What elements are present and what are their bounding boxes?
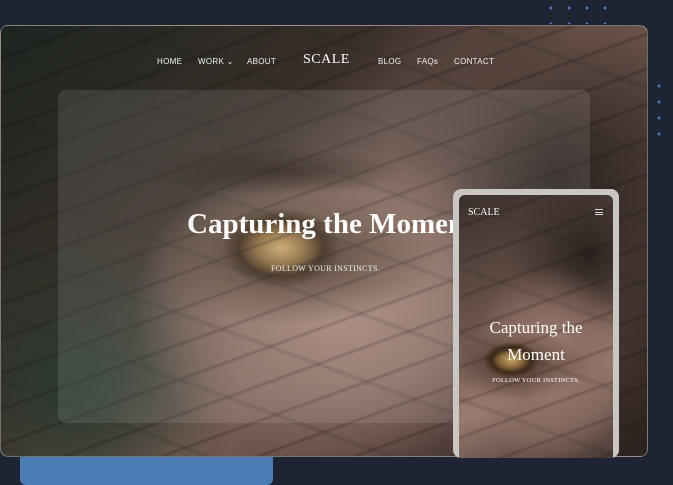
nav-about[interactable]: ABOUT xyxy=(247,57,276,66)
hero-title: Capturing the Moment xyxy=(187,208,455,240)
hamburger-menu-icon[interactable] xyxy=(595,209,603,215)
hero-subtitle: FOLLOW YOUR INSTINCTS. xyxy=(271,264,381,273)
nav-faqs[interactable]: FAQs xyxy=(417,57,438,66)
mobile-screen: SCALE Capturing the Moment FOLLOW YOUR I… xyxy=(459,195,613,458)
main-nav: HOME WORK ⌄ ABOUT SCALE BLOG FAQs CONTAC… xyxy=(1,52,647,72)
nav-blog[interactable]: BLOG xyxy=(378,57,401,66)
nav-contact[interactable]: CONTACT xyxy=(454,57,494,66)
chevron-down-icon: ⌄ xyxy=(226,57,234,66)
mobile-hero-subtitle: FOLLOW YOUR INSTINCTS. xyxy=(492,377,580,384)
mobile-hero-title: Capturing the Moment xyxy=(489,318,583,364)
site-logo[interactable]: SCALE xyxy=(303,52,350,68)
decorative-dots xyxy=(542,0,614,24)
mobile-logo[interactable]: SCALE xyxy=(468,207,500,218)
mobile-preview: SCALE Capturing the Moment FOLLOW YOUR I… xyxy=(453,189,619,458)
decorative-dots xyxy=(650,78,673,142)
nav-home[interactable]: HOME xyxy=(157,57,182,66)
nav-work[interactable]: WORK ⌄ xyxy=(198,57,234,66)
